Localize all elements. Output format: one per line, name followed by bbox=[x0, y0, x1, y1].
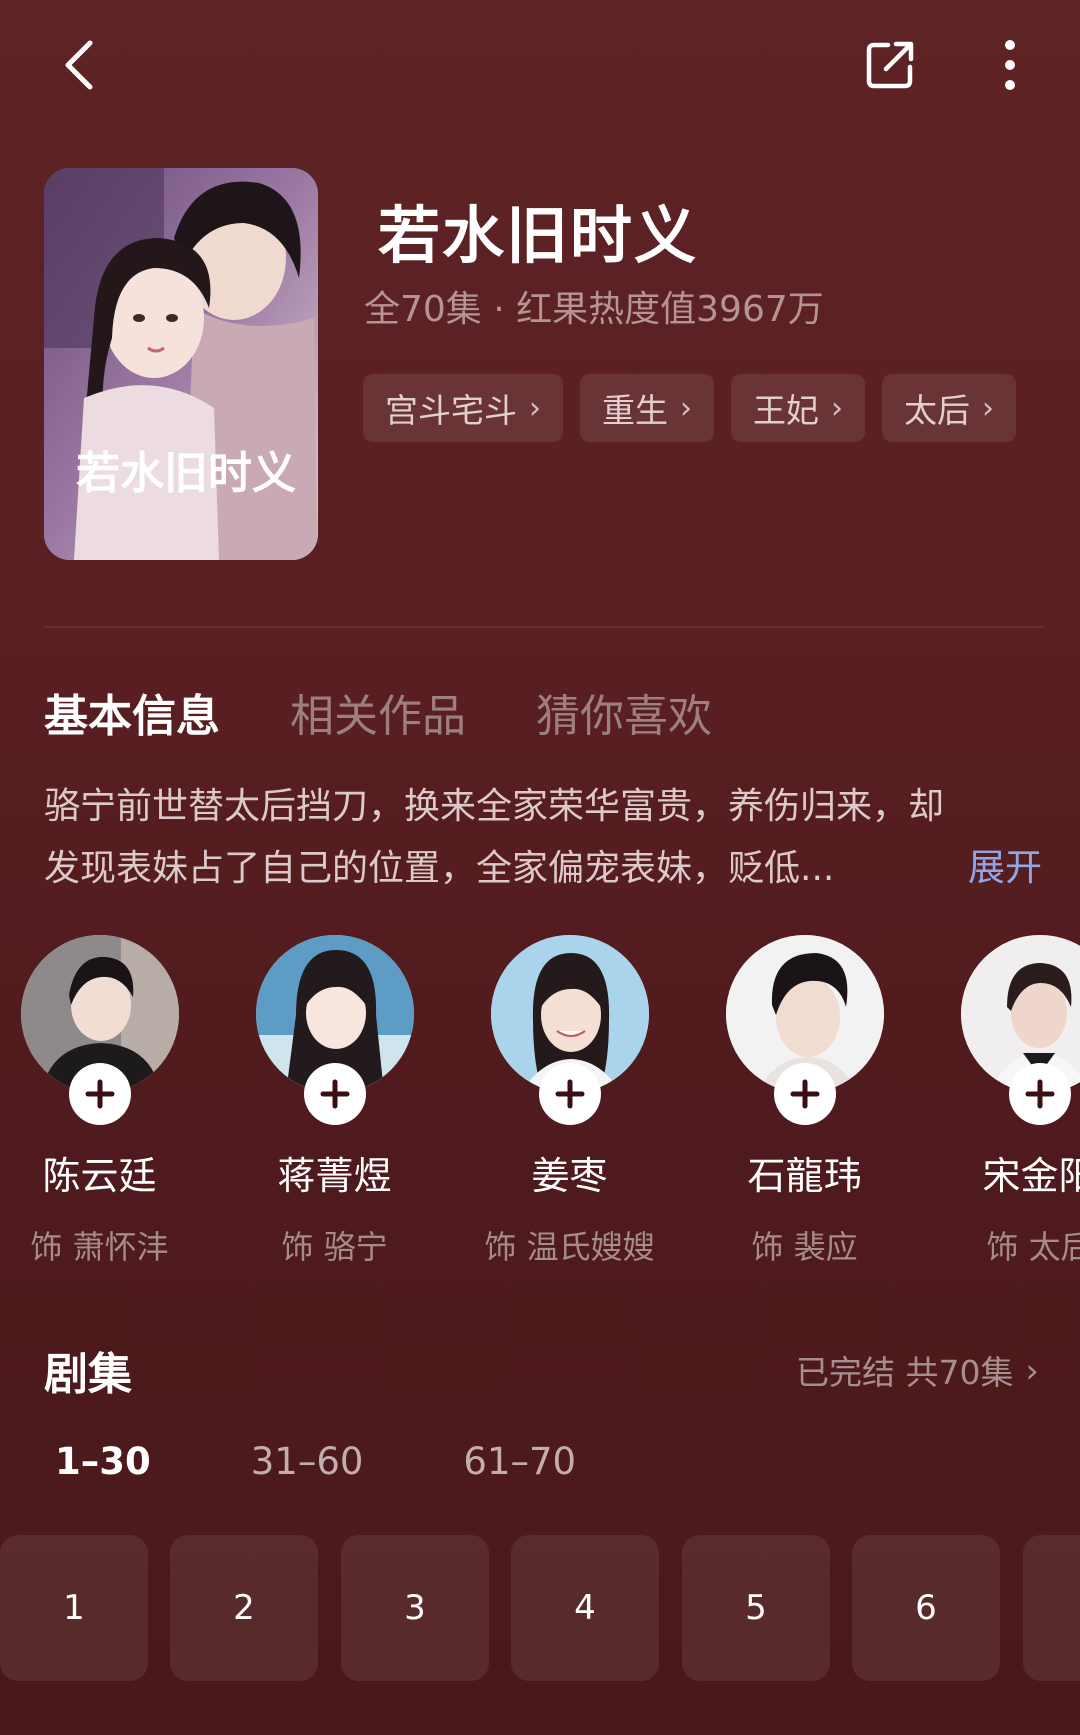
cast-name: 陈云廷 bbox=[42, 1154, 157, 1198]
cast-member[interactable]: 石龍玮 饰 裴应 bbox=[687, 935, 922, 1265]
plus-icon bbox=[790, 1079, 819, 1109]
tag-label: 宫斗宅斗 bbox=[385, 391, 517, 430]
drama-poster[interactable]: 若水旧时义 bbox=[44, 168, 318, 560]
synopsis: 骆宁前世替太后挡刀，换来全家荣华富贵，养伤归来，却 发现表妹占了自己的位置，全家… bbox=[44, 776, 1040, 900]
episode-button[interactable]: 6 bbox=[852, 1535, 1000, 1681]
episode-button[interactable]: 2 bbox=[170, 1535, 318, 1681]
cast-role: 饰 骆宁 bbox=[281, 1228, 388, 1265]
episode-button-partial[interactable] bbox=[1023, 1535, 1080, 1681]
follow-button[interactable] bbox=[303, 1063, 366, 1125]
episodes-status: 已完结 共70集 bbox=[796, 1353, 1014, 1392]
tab-basic-info[interactable]: 基本信息 bbox=[44, 680, 220, 744]
cast-member[interactable]: 蒋菁煜 饰 骆宁 bbox=[217, 935, 452, 1265]
chevron-left-icon bbox=[65, 40, 93, 90]
tag-chip[interactable]: 王妃 › bbox=[731, 374, 865, 442]
cast-name: 蒋菁煜 bbox=[277, 1154, 392, 1198]
top-bar bbox=[0, 0, 1080, 130]
tag-list: 宫斗宅斗 › 重生 › 王妃 › 太后 › bbox=[363, 374, 1016, 442]
synopsis-line: 发现表妹占了自己的位置，全家偏宠表妹，贬低... bbox=[44, 848, 835, 889]
tag-chip[interactable]: 重生 › bbox=[580, 374, 714, 442]
chevron-right-icon: › bbox=[1025, 1350, 1039, 1390]
tag-chip[interactable]: 太后 › bbox=[882, 374, 1016, 442]
drama-meta: 全70集 · 红果热度值3967万 bbox=[364, 289, 824, 330]
chevron-right-icon: › bbox=[529, 390, 541, 426]
range-tab[interactable]: 1–30 bbox=[55, 1440, 151, 1483]
chevron-right-icon: › bbox=[831, 390, 843, 426]
share-button[interactable] bbox=[855, 30, 925, 100]
follow-button[interactable] bbox=[773, 1063, 836, 1125]
plus-icon bbox=[555, 1079, 584, 1109]
info-tabs: 基本信息 相关作品 猜你喜欢 bbox=[44, 680, 712, 744]
more-button[interactable] bbox=[985, 30, 1035, 100]
tag-label: 太后 bbox=[904, 391, 970, 430]
follow-button[interactable] bbox=[1008, 1063, 1071, 1125]
episode-range-tabs: 1–30 31–60 61–70 bbox=[55, 1440, 576, 1483]
cast-role: 饰 太后 bbox=[986, 1228, 1080, 1265]
cast-role: 饰 温氏嫂嫂 bbox=[484, 1228, 655, 1265]
cast-member[interactable]: 姜枣 饰 温氏嫂嫂 bbox=[452, 935, 687, 1265]
follow-button[interactable] bbox=[68, 1063, 131, 1125]
plus-icon bbox=[320, 1079, 349, 1109]
episode-button[interactable]: 3 bbox=[341, 1535, 489, 1681]
episode-button[interactable]: 4 bbox=[511, 1535, 659, 1681]
plus-icon bbox=[1025, 1079, 1054, 1109]
tag-label: 王妃 bbox=[753, 391, 819, 430]
plus-icon bbox=[85, 1079, 114, 1109]
cast-member[interactable]: 陈云廷 饰 萧怀沣 bbox=[0, 935, 217, 1265]
poster-image: 若水旧时义 bbox=[44, 168, 318, 560]
tab-related-works[interactable]: 相关作品 bbox=[290, 680, 466, 744]
tag-label: 重生 bbox=[602, 391, 668, 430]
episodes-title: 剧集 bbox=[44, 1349, 132, 1400]
range-tab[interactable]: 61–70 bbox=[463, 1440, 576, 1483]
synopsis-line: 骆宁前世替太后挡刀，换来全家荣华富贵，养伤归来，却 bbox=[44, 786, 945, 827]
cast-name: 姜枣 bbox=[531, 1154, 608, 1198]
poster-title: 若水旧时义 bbox=[76, 448, 296, 499]
expand-link[interactable]: 展开 bbox=[968, 837, 1042, 891]
drama-title: 若水旧时义 bbox=[378, 199, 699, 272]
episode-list: 1 2 3 4 5 6 bbox=[0, 1535, 1080, 1685]
chevron-right-icon: › bbox=[982, 390, 994, 426]
cast-list: 陈云廷 饰 萧怀沣 蒋菁煜 饰 骆宁 姜枣 饰 温氏嫂嫂 石龍玮 饰 裴应 宋金… bbox=[0, 935, 1080, 1265]
section-divider bbox=[44, 626, 1044, 628]
cast-member[interactable]: 宋金阳 饰 太后 bbox=[922, 935, 1080, 1265]
back-button[interactable] bbox=[50, 30, 110, 100]
episodes-status-link[interactable]: 已完结 共70集 › bbox=[796, 1346, 1039, 1394]
cast-name: 宋金阳 bbox=[982, 1154, 1080, 1198]
chevron-right-icon: › bbox=[680, 390, 692, 426]
range-tab[interactable]: 31–60 bbox=[251, 1440, 364, 1483]
tab-recommendations[interactable]: 猜你喜欢 bbox=[536, 680, 712, 744]
follow-button[interactable] bbox=[538, 1063, 601, 1125]
more-vertical-icon bbox=[1005, 40, 1015, 90]
cast-name: 石龍玮 bbox=[747, 1154, 862, 1198]
cast-role: 饰 裴应 bbox=[751, 1228, 858, 1265]
tag-chip[interactable]: 宫斗宅斗 › bbox=[363, 374, 563, 442]
cast-role: 饰 萧怀沣 bbox=[30, 1228, 169, 1265]
episode-button[interactable]: 5 bbox=[682, 1535, 830, 1681]
share-icon bbox=[866, 41, 914, 89]
episode-button[interactable]: 1 bbox=[0, 1535, 148, 1681]
